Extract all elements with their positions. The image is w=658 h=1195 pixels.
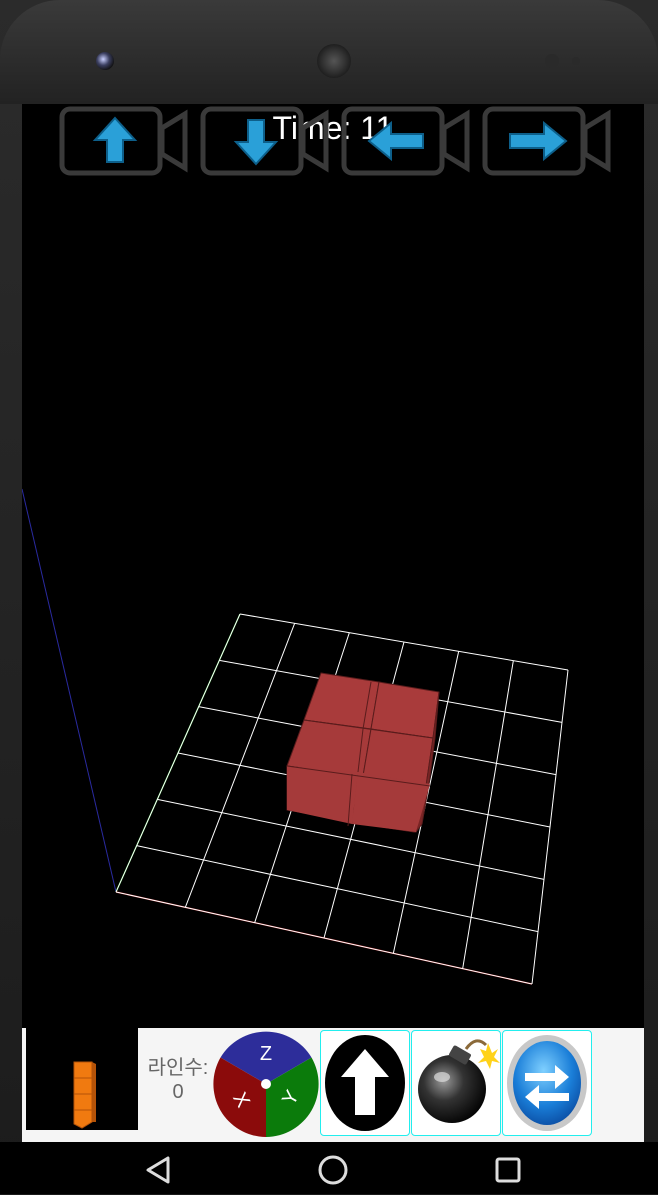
lines-counter: 라인수: 0 (140, 1056, 216, 1104)
block-top-face (370, 681, 440, 739)
game-3d-view[interactable]: Time: 11 (22, 104, 644, 1028)
lines-value: 0 (172, 1081, 184, 1103)
home-icon (318, 1155, 348, 1185)
lines-label: 라인수: (147, 1057, 209, 1079)
rotation-wheel[interactable]: Z Y X (212, 1030, 320, 1137)
app-screen: Time: 11 라인수: 0 Z Y X (22, 104, 644, 1142)
bomb-button[interactable] (411, 1030, 501, 1136)
drop-button[interactable] (320, 1030, 410, 1136)
grid-line (136, 845, 539, 933)
z-axis-line (22, 488, 117, 893)
swap-button[interactable] (502, 1030, 592, 1136)
grid-line (531, 669, 569, 985)
arrow-left-icon (341, 106, 470, 176)
home-button[interactable] (313, 1150, 353, 1190)
back-button[interactable] (138, 1150, 178, 1190)
android-nav-bar (0, 1142, 658, 1194)
grid-line (115, 891, 533, 985)
rotation-wheel-icon: Z Y X (213, 1031, 319, 1137)
earpiece-speaker (317, 44, 351, 78)
game-board (22, 488, 569, 985)
next-piece-preview (26, 1028, 138, 1130)
swap-arrows-icon (507, 1035, 587, 1131)
arrow-right-icon (482, 106, 611, 176)
proximity-sensor (545, 54, 559, 68)
move-up-button[interactable] (59, 106, 191, 176)
arrow-down-icon (200, 106, 329, 176)
front-camera (96, 52, 114, 70)
control-panel: 라인수: 0 Z Y X (22, 1028, 644, 1142)
phone-top-bezel (0, 0, 658, 104)
move-down-button[interactable] (200, 106, 332, 176)
grid-line (462, 660, 514, 969)
up-arrow-icon (325, 1035, 405, 1131)
recents-icon (495, 1157, 521, 1183)
bomb-icon (418, 1039, 500, 1123)
falling-block (286, 672, 440, 833)
move-right-button[interactable] (482, 106, 614, 176)
light-sensor (572, 57, 580, 65)
recents-button[interactable] (488, 1150, 528, 1190)
move-left-button[interactable] (341, 106, 473, 176)
z-axis-label: Z (260, 1043, 272, 1065)
arrow-up-icon (59, 106, 188, 176)
back-icon (146, 1156, 170, 1184)
next-piece-icon (73, 1061, 96, 1129)
